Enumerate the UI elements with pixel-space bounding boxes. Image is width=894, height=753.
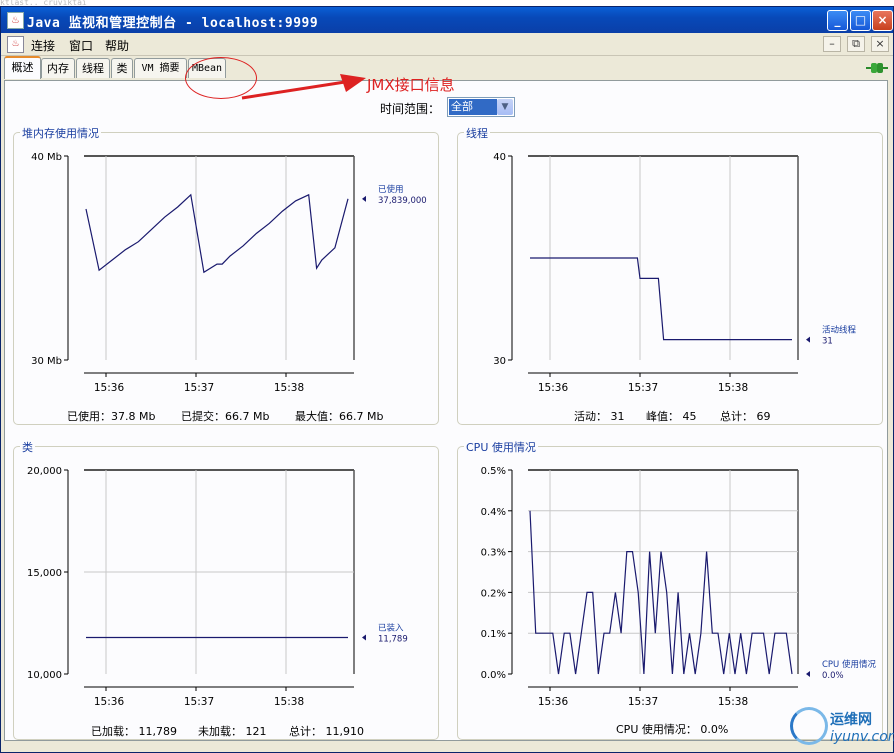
heap-panel: 堆内存使用情况 30 Mb 40 Mb 15:36 15:37 15:38 已使用 37,8…: [13, 125, 440, 426]
classes-chart[interactable]: 10,000 15,000 20,000 15:36 15:37 15:38 已装入11,7…: [14, 447, 440, 741]
threads-peak-stat: 峰值： 45: [646, 410, 697, 423]
menu-window[interactable]: 窗口: [69, 37, 93, 54]
classes-y-tick-label: 20,000: [27, 466, 62, 477]
cpu-y-tick-label: 0.2%: [481, 588, 506, 599]
cpu-x-tick-label: 15:37: [628, 696, 658, 708]
time-range-value: 全部: [449, 99, 497, 115]
heap-series-value: 37,839,000: [378, 196, 427, 206]
heap-y-tick-label: 30 Mb: [31, 356, 62, 367]
internal-minimize-button[interactable]: –: [823, 36, 841, 52]
heap-committed-stat: 已提交：66.7 Mb: [181, 410, 270, 423]
cpu-y-tick-label: 0.3%: [481, 548, 506, 559]
threads-series-value: 31: [822, 337, 833, 347]
heap-x-tick-label: 15:37: [184, 382, 214, 394]
classes-x-tick-label: 15:38: [274, 696, 304, 708]
classes-x-tick-label: 15:37: [184, 696, 214, 708]
cpu-y-tick-label: 0.4%: [481, 507, 506, 518]
tab-classes[interactable]: 类: [111, 58, 133, 78]
watermark-logo-icon: [790, 707, 828, 745]
threads-panel: 线程 30 40 15:36 15:37 15:38 活动线程 31 活动： 31 峰值： …: [457, 125, 884, 426]
tab-threads[interactable]: 线程: [76, 58, 110, 78]
internal-restore-button[interactable]: ⧉: [847, 36, 865, 52]
cpu-y-tick-label: 0.1%: [481, 629, 506, 640]
threads-x-tick-label: 15:37: [628, 382, 658, 394]
threads-series-name: 活动线程: [822, 325, 857, 336]
classes-panel: 类 10,000 15,000 20,000 15:36 15:37 15:38 已装入 11…: [13, 439, 440, 741]
cpu-usage-stat: CPU 使用情况： 0.0%: [616, 723, 729, 736]
threads-series-marker: [806, 336, 810, 343]
watermark-cn: 运维网: [830, 712, 872, 728]
threads-y-tick-label: 30: [493, 356, 506, 367]
java-cup-icon: ♨: [7, 12, 24, 29]
classes-series-name: 已装入: [378, 623, 404, 634]
heap-used-stat: 已使用：37.8 Mb: [67, 410, 156, 423]
heap-x-tick-label: 15:38: [274, 382, 304, 394]
threads-live-stat: 活动： 31: [574, 410, 625, 423]
annotation-text: JMX接口信息: [367, 76, 455, 94]
java-icon[interactable]: ♨: [7, 36, 24, 53]
time-range-select[interactable]: 全部 ▼: [447, 97, 515, 117]
cpu-x-tick-label: 15:38: [718, 696, 748, 708]
close-button[interactable]: ×: [872, 10, 893, 31]
threads-chart[interactable]: 30 40 15:36 15:37 15:38 活动线程31: [458, 133, 884, 426]
heap-series-marker: [362, 195, 366, 202]
connection-plug-icon[interactable]: [866, 61, 888, 75]
annotation-arrow: [241, 74, 366, 100]
heap-chart[interactable]: 30 Mb 40 Mb 15:36 15:37 15:38 已使用37,839,000: [14, 133, 440, 426]
classes-total-stat: 总计： 11,910: [289, 725, 364, 738]
threads-x-tick-label: 15:36: [538, 382, 569, 394]
classes-unloaded-stat: 未加载： 121: [198, 725, 267, 738]
cpu-series-name: CPU 使用情况: [822, 659, 876, 670]
maximize-button[interactable]: □: [850, 10, 871, 31]
classes-series-value: 11,789: [378, 635, 408, 645]
threads-x-tick-label: 15:38: [718, 382, 748, 394]
classes-x-tick-label: 15:36: [94, 696, 125, 708]
heap-y-tick-label: 40 Mb: [31, 152, 62, 163]
title-bar[interactable]: ♨ Java 监视和管理控制台 - localhost:9999 _ □ ×: [1, 7, 893, 33]
heap-max-stat: 最大值：66.7 Mb: [295, 410, 384, 423]
heap-series-name: 已使用: [378, 184, 404, 195]
site-watermark: 运维网 iyunv.com: [790, 705, 894, 751]
heap-x-tick-label: 15:36: [94, 382, 125, 394]
watermark-en: iyunv.com: [830, 729, 894, 745]
tab-vm-summary[interactable]: VM 摘要: [134, 58, 187, 78]
cpu-y-tick-label: 0.0%: [481, 670, 506, 681]
cpu-y-tick-label: 0.5%: [481, 466, 506, 477]
menu-bar: ♨ 连接 窗口 帮助 – ⧉ ×: [1, 33, 893, 56]
minimize-button[interactable]: _: [827, 10, 848, 31]
classes-y-tick-label: 15,000: [27, 568, 62, 579]
cpu-x-tick-label: 15:36: [538, 696, 569, 708]
cpu-chart[interactable]: 0.0% 0.1% 0.2% 0.3% 0.4% 0.5% 15:36 15:37 15:38 C…: [458, 447, 884, 741]
chevron-down-icon[interactable]: ▼: [497, 99, 513, 115]
tab-overview[interactable]: 概述: [4, 56, 41, 79]
menu-connect[interactable]: 连接: [31, 37, 55, 54]
cpu-series-value: 0.0%: [822, 671, 844, 681]
classes-y-tick-label: 10,000: [27, 670, 62, 681]
threads-total-stat: 总计： 69: [720, 410, 771, 423]
cpu-series-marker: [806, 671, 810, 677]
tab-memory[interactable]: 内存: [41, 58, 75, 78]
threads-y-tick-label: 40: [493, 152, 506, 163]
classes-loaded-stat: 已加载： 11,789: [91, 725, 177, 738]
menu-help[interactable]: 帮助: [105, 37, 129, 54]
heap-plot-area: [84, 156, 354, 360]
time-range-label: 时间范围：: [380, 102, 441, 116]
cpu-panel: CPU 使用情况 0.0% 0.1% 0.2% 0.3% 0.4% 0.5% 15:36 15…: [457, 439, 884, 741]
window-title: Java 监视和管理控制台 - localhost:9999: [27, 16, 319, 31]
cpu-plot-area: [528, 470, 798, 674]
classes-series-marker: [362, 634, 366, 641]
internal-close-button[interactable]: ×: [871, 36, 889, 52]
